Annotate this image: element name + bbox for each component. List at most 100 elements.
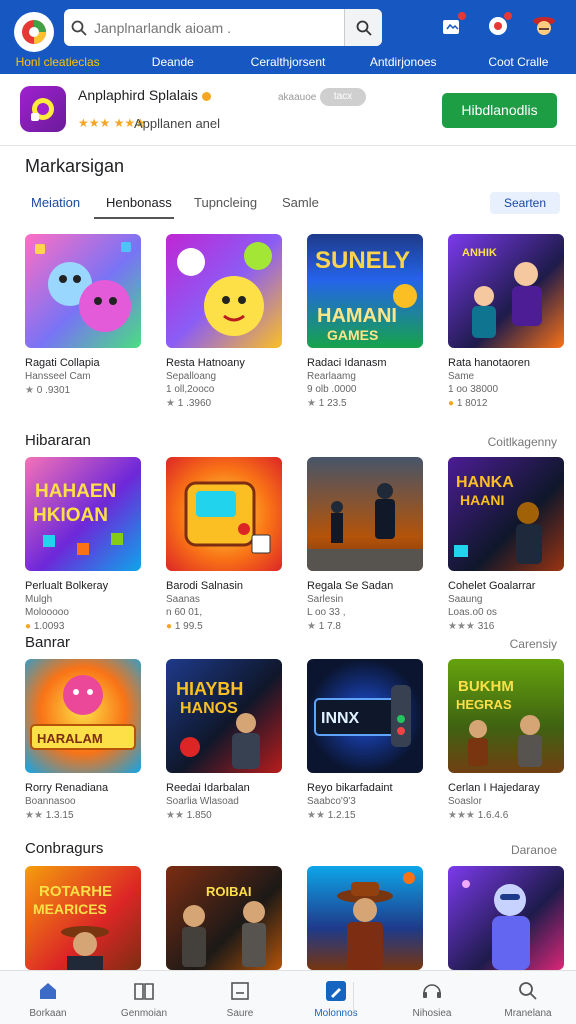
app-rating: ★★★ 316 [448, 621, 566, 632]
bottom-nav-item-2[interactable]: Genmoian [96, 971, 192, 1024]
nav-item-home[interactable]: Honl cleatieclas [0, 55, 115, 69]
app-thumbnail[interactable]: ANHIK [448, 234, 564, 348]
section-title: Banrar [25, 634, 71, 651]
app-card[interactable]: INNX Reyo bikarfadaint Saabco'9'3 ★★ 1.2… [307, 659, 425, 821]
app-name: Ragati Collapia [25, 357, 100, 369]
app-card[interactable]: SUNELY HAMANI GAMES Radaci Idanasm Rearlaa… [307, 234, 425, 409]
notifications-icon[interactable] [438, 12, 466, 40]
search-bar[interactable] [64, 9, 382, 46]
section-more-link[interactable]: Carensiy [510, 637, 557, 651]
svg-text:HAHAEN: HAHAEN [35, 481, 116, 502]
top-bar: Honl cleatieclas Deande Ceralthjorsent A… [0, 0, 576, 74]
featured-app-meta: akaauoe [278, 92, 317, 103]
section-more-link[interactable]: Coitlkagenny [488, 435, 557, 449]
app-card[interactable]: HAHAEN HKIOAN Perlualt Bolkeray Mulgh Mol… [25, 457, 143, 632]
tab-1[interactable]: Meiation [31, 195, 80, 210]
featured-app-subtitle: Appllanen anel [134, 116, 221, 131]
app-thumbnail[interactable] [307, 457, 423, 571]
app-card[interactable]: Barodi Salnasin Saanas n 60 01, ● 1 99.5 [166, 457, 284, 632]
app-subinfo: L oo 33 , [307, 607, 346, 618]
app-thumbnail[interactable]: ROIBAI [166, 866, 282, 970]
bottom-nav-item-3[interactable]: Saure [192, 971, 288, 1024]
install-button[interactable]: Hibdlanodlis [442, 93, 557, 128]
app-card[interactable]: ROIBAI [166, 866, 284, 970]
nav-item-3[interactable]: Ceralthjorsent [230, 55, 345, 69]
app-card[interactable]: Ragati Collapia Hansseel Cam ★ 0 .9301 [25, 234, 143, 396]
app-thumbnail[interactable]: INNX [307, 659, 423, 773]
app-thumbnail[interactable] [166, 234, 282, 348]
bottom-nav-label: Molonnos [314, 1008, 358, 1019]
app-subinfo: 9 olb .0000 [307, 384, 357, 395]
app-rating: ★ 1 7.8 [307, 621, 425, 632]
coin-icon: ● [448, 398, 457, 409]
app-thumbnail[interactable] [166, 457, 282, 571]
pen-icon [326, 981, 346, 1001]
app-category: Sepalloang [166, 371, 217, 382]
app-card[interactable]: HANKA HAANI Cohelet Goalarrar Saaung Loas… [448, 457, 566, 632]
app-card[interactable]: ROTARHE MEARICES [25, 866, 143, 970]
app-thumbnail[interactable]: HAHAEN HKIOAN [25, 457, 141, 571]
app-rating-value: 1 8012 [456, 398, 488, 409]
app-rating: ★ 0 .9301 [25, 385, 143, 396]
app-card[interactable]: HIAYBH HANOS Reedai Idarbalan Soarlia Wla… [166, 659, 284, 821]
svg-text:HANKA: HANKA [456, 474, 514, 491]
featured-app-icon[interactable] [20, 86, 66, 132]
app-category: Soaslor [448, 796, 482, 807]
app-category: Soarlia Wlasoad [166, 796, 239, 807]
app-thumbnail[interactable]: HIAYBH HANOS [166, 659, 282, 773]
app-thumbnail[interactable]: HANKA HAANI [448, 457, 564, 571]
app-name: Rata hanotaoren [448, 357, 530, 369]
app-thumbnail[interactable] [448, 866, 564, 970]
avatar[interactable] [530, 12, 558, 40]
bottom-nav-label: Borkaan [29, 1008, 67, 1019]
app-category: Saaung [448, 594, 483, 605]
nav-item-2[interactable]: Deande [115, 55, 230, 69]
app-card[interactable] [307, 866, 425, 970]
sort-button[interactable]: Searten [490, 192, 560, 214]
app-rating-value: 1.3.15 [45, 810, 74, 821]
tab-4[interactable]: Samle [282, 195, 319, 210]
nav-item-4[interactable]: Antdirjonoes [346, 55, 461, 69]
app-thumbnail[interactable]: BUKHM HEGRAS [448, 659, 564, 773]
search-submit-button[interactable] [344, 9, 382, 46]
app-rating: ● 1 8012 [448, 398, 566, 409]
nav-item-5[interactable]: Coot Cralle [461, 55, 576, 69]
bottom-nav-label: Nihosiea [412, 1008, 452, 1019]
bottom-nav-item-home[interactable]: Borkaan [0, 971, 96, 1024]
app-rating-value: 0 .9301 [36, 385, 71, 396]
app-rating-value: 1.0093 [33, 621, 65, 632]
app-card[interactable]: HARALAM Rorry Renadiana Boannasoo ★★ 1.3… [25, 659, 143, 821]
app-category: Saanas [166, 594, 200, 605]
app-thumbnail[interactable] [25, 234, 141, 348]
search-input[interactable] [94, 12, 334, 43]
bottom-nav-label: Saure [226, 1008, 254, 1019]
app-category: Same [448, 371, 475, 382]
app-card[interactable]: BUKHM HEGRAS Cerlan I Hajedaray Soaslor ★… [448, 659, 566, 821]
svg-text:SUNELY: SUNELY [315, 247, 410, 274]
tab-3[interactable]: Tupncleing [194, 195, 257, 210]
app-card[interactable]: Regala Se Sadan Sarlesin L oo 33 , ★ 1 7… [307, 457, 425, 632]
star-icon: ★★★ [448, 810, 478, 821]
star-icon: ★★ [166, 810, 187, 821]
bottom-nav-divider [353, 982, 354, 1012]
app-thumbnail[interactable]: HARALAM [25, 659, 141, 773]
app-subinfo: 1 oo 38000 [448, 384, 499, 395]
tab-2[interactable]: Henbonass [106, 195, 172, 210]
app-thumbnail[interactable]: ROTARHE MEARICES [25, 866, 141, 970]
svg-text:MEARICES: MEARICES [33, 901, 107, 917]
app-category: Sarlesin [307, 594, 344, 605]
app-name: Cohelet Goalarrar [448, 580, 536, 592]
app-card[interactable]: Resta Hatnoany Sepalloang 1 oll,2ooco ★ … [166, 234, 284, 409]
app-card[interactable]: ANHIK Rata hanotaoren Same 1 oo 38000 ● … [448, 234, 566, 409]
section-more-link[interactable]: Daranoe [511, 843, 557, 857]
star-icon: ★★★ [448, 621, 478, 632]
settings-icon[interactable] [484, 12, 512, 40]
bottom-nav-item-4[interactable]: Molonnos [288, 971, 384, 1024]
app-card[interactable] [448, 866, 566, 970]
app-thumbnail[interactable]: SUNELY HAMANI GAMES [307, 234, 423, 348]
store-logo-icon[interactable] [14, 12, 54, 52]
app-thumbnail[interactable] [307, 866, 423, 970]
app-category: Rearlaamg [307, 371, 356, 382]
bottom-nav-item-5[interactable]: Nihosiea [384, 971, 480, 1024]
bottom-nav-item-6[interactable]: Mranelana [480, 971, 576, 1024]
